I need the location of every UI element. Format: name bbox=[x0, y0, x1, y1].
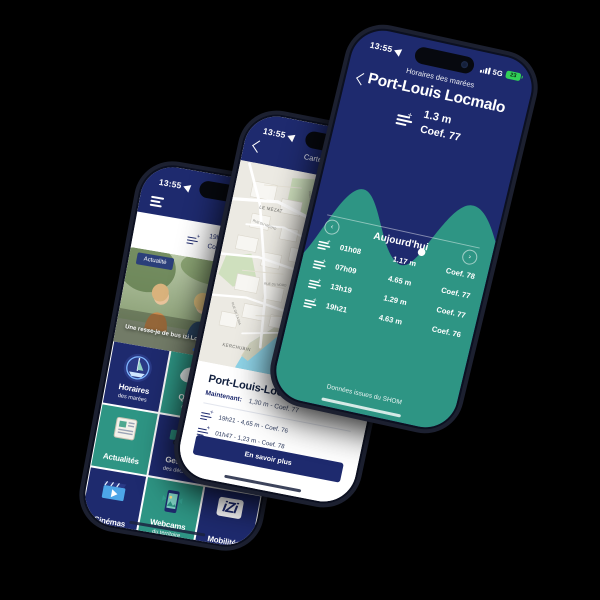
tile-webcams[interactable]: Webcams du territoire bbox=[136, 477, 204, 548]
tile-horaires-des-marees[interactable]: Horaires des marées bbox=[102, 341, 170, 412]
tide-coef: Coef. 76 bbox=[431, 323, 462, 339]
middle-status-time: 13:55 bbox=[262, 125, 287, 140]
tile-cinemas[interactable]: Cinémas bbox=[80, 467, 147, 538]
left-status-time: 13:55 bbox=[158, 176, 183, 191]
tide-height: 4.63 m bbox=[377, 312, 404, 327]
camera-icon bbox=[141, 549, 178, 550]
right-status-time: 13:55 bbox=[368, 39, 394, 55]
scene: 13:55 Accueil + 19h19 - 4,79 m bbox=[0, 0, 600, 600]
webcam-icon bbox=[156, 487, 187, 522]
phone-right-screen: 13:55 5G 23 Horaires des marées Port-Lou… bbox=[269, 24, 539, 434]
tide-time: 19h21 bbox=[325, 300, 349, 315]
boat-icon bbox=[119, 351, 155, 390]
location-arrow-icon bbox=[287, 131, 298, 142]
tile-photos[interactable] bbox=[125, 540, 192, 550]
hiker-icon bbox=[86, 540, 118, 550]
tile-randonnee[interactable] bbox=[80, 530, 135, 550]
tide-icon: + bbox=[394, 109, 415, 127]
tide-icon: + bbox=[312, 256, 329, 270]
izi-logo-icon: iZi bbox=[216, 496, 244, 520]
front-camera-icon bbox=[460, 60, 469, 69]
battery-icon: 23 bbox=[505, 70, 522, 82]
tile-actualites[interactable]: Actualités bbox=[91, 404, 158, 475]
tide-icon: + bbox=[303, 295, 319, 309]
tide-icon: + bbox=[186, 233, 200, 245]
tide-icon: + bbox=[317, 236, 333, 250]
tile-title: Mobilités bbox=[206, 534, 241, 549]
now-label: Maintenant: bbox=[204, 389, 243, 404]
tile-title: Actualités bbox=[102, 451, 140, 467]
phone-right-tide-detail: 13:55 5G 23 Horaires des marées Port-Lou… bbox=[262, 17, 546, 441]
phone-right-bezel: 13:55 5G 23 Horaires des marées Port-Lou… bbox=[267, 22, 541, 436]
prev-day-button[interactable]: ‹ bbox=[322, 218, 342, 236]
tide-icon: + bbox=[199, 409, 214, 421]
tile-title: Cinémas bbox=[92, 514, 126, 530]
location-arrow-icon bbox=[183, 181, 194, 193]
clapper-icon bbox=[97, 476, 132, 510]
news-icon bbox=[109, 414, 142, 449]
tide-icon: + bbox=[307, 275, 324, 289]
tile-mobilites[interactable]: iZi Mobilités bbox=[193, 486, 261, 550]
network-label: 5G bbox=[491, 66, 505, 78]
next-day-button[interactable]: › bbox=[460, 248, 479, 267]
location-arrow-icon bbox=[394, 45, 405, 57]
signal-bars-icon bbox=[479, 65, 491, 75]
menu-icon[interactable] bbox=[149, 195, 165, 210]
